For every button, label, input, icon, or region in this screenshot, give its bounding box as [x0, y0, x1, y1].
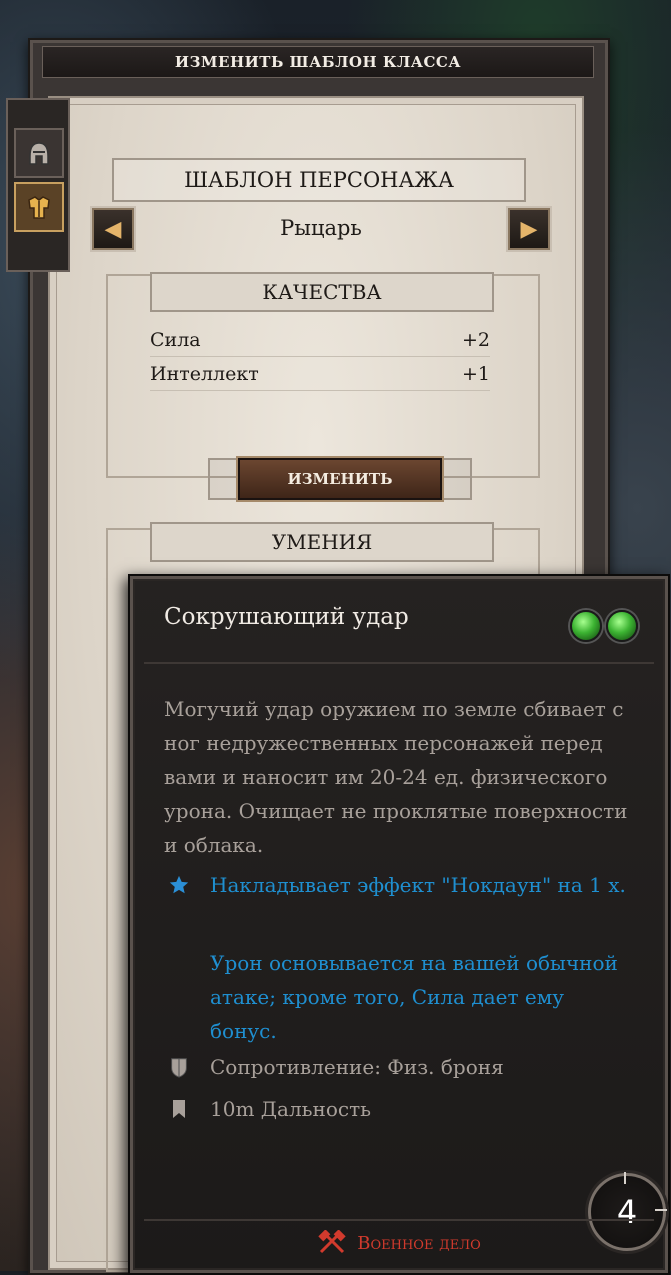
template-selector: ◀ Рыцарь ▶ — [92, 208, 550, 250]
helmet-icon — [29, 142, 49, 165]
skill-description: Могучий удар оружием по земле сбивает с … — [164, 697, 628, 857]
range-icon — [168, 1098, 190, 1120]
skill-resistance: Сопротивление: Физ. броня — [210, 1055, 504, 1079]
skill-title: Сокрушающий удар — [164, 604, 409, 630]
arrow-right-icon: ▶ — [520, 216, 538, 242]
change-qualities-button[interactable]: ИЗМЕНИТЬ — [238, 458, 442, 500]
template-header: ШАБЛОН ПЕРСОНАЖА — [112, 158, 526, 202]
title-divider — [144, 662, 654, 664]
skill-effect: Накладывает эффект "Нокдаун" на 1 х. — [210, 873, 626, 897]
prev-template-button[interactable]: ◀ — [92, 208, 134, 250]
next-template-button[interactable]: ▶ — [508, 208, 550, 250]
change-button-wing-right — [438, 458, 472, 500]
qualities-header: КАЧЕСТВА — [150, 272, 494, 312]
cooldown-tick — [624, 1172, 626, 1184]
quality-value: +1 — [461, 363, 490, 385]
skill-range: 10m Дальность — [210, 1097, 372, 1121]
quality-name: Сила — [150, 329, 201, 351]
change-button-wing-left — [208, 458, 242, 500]
action-point-icon — [606, 610, 638, 642]
star-icon — [168, 874, 190, 896]
arrow-left-icon: ◀ — [104, 216, 122, 242]
cooldown-tick — [655, 1209, 667, 1211]
tab-appearance[interactable] — [14, 128, 64, 178]
skills-header: УМЕНИЯ — [150, 522, 494, 562]
template-name: Рыцарь — [280, 216, 362, 240]
side-tab-bar — [6, 98, 70, 272]
panel-title: ИЗМЕНИТЬ ШАБЛОН КЛАССА — [42, 46, 594, 78]
skill-tooltip: Сокрушающий удар Могучий удар оружием по… — [128, 574, 670, 1275]
warfare-icon — [318, 1230, 346, 1254]
skill-damage-note: Урон основывается на вашей обычной атаке… — [210, 951, 618, 1043]
skill-school: Военное дело — [144, 1219, 654, 1265]
tab-class[interactable] — [14, 182, 64, 232]
armor-icon — [28, 196, 50, 219]
quality-name: Интеллект — [150, 363, 259, 385]
quality-row: Интеллект +1 — [150, 358, 490, 391]
quality-row: Сила +2 — [150, 324, 490, 357]
shield-icon — [168, 1056, 190, 1078]
skill-school-label: Военное дело — [357, 1232, 481, 1254]
action-point-icon — [570, 610, 602, 642]
quality-value: +2 — [461, 329, 490, 351]
